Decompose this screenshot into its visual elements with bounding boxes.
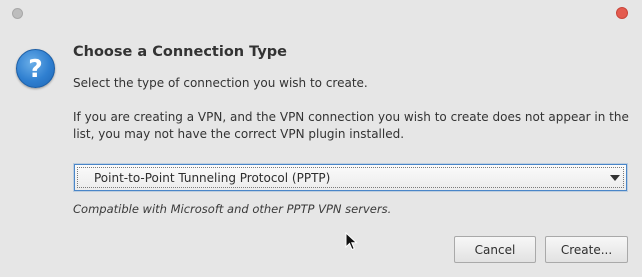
question-icon: ? (16, 49, 55, 88)
connection-type-description: Compatible with Microsoft and other PPTP… (73, 202, 392, 216)
connection-type-select[interactable]: Point-to-Point Tunneling Protocol (PPTP) (74, 164, 627, 191)
dialog-heading: Choose a Connection Type (73, 44, 287, 60)
selected-connection-type: Point-to-Point Tunneling Protocol (PPTP) (94, 171, 331, 185)
vpn-plugin-info: If you are creating a VPN, and the VPN c… (73, 110, 629, 141)
window-menu-icon[interactable] (12, 8, 23, 19)
chevron-down-icon[interactable] (610, 175, 620, 181)
connection-type-dialog: ? Choose a Connection Type Select the ty… (0, 0, 642, 277)
titlebar (0, 0, 642, 26)
question-glyph: ? (28, 53, 43, 83)
dialog-subtitle: Select the type of connection you wish t… (73, 76, 368, 90)
mouse-cursor-icon (345, 232, 358, 251)
cancel-button[interactable]: Cancel (454, 236, 536, 263)
create-button[interactable]: Create... (545, 236, 628, 263)
close-icon[interactable] (616, 7, 628, 19)
